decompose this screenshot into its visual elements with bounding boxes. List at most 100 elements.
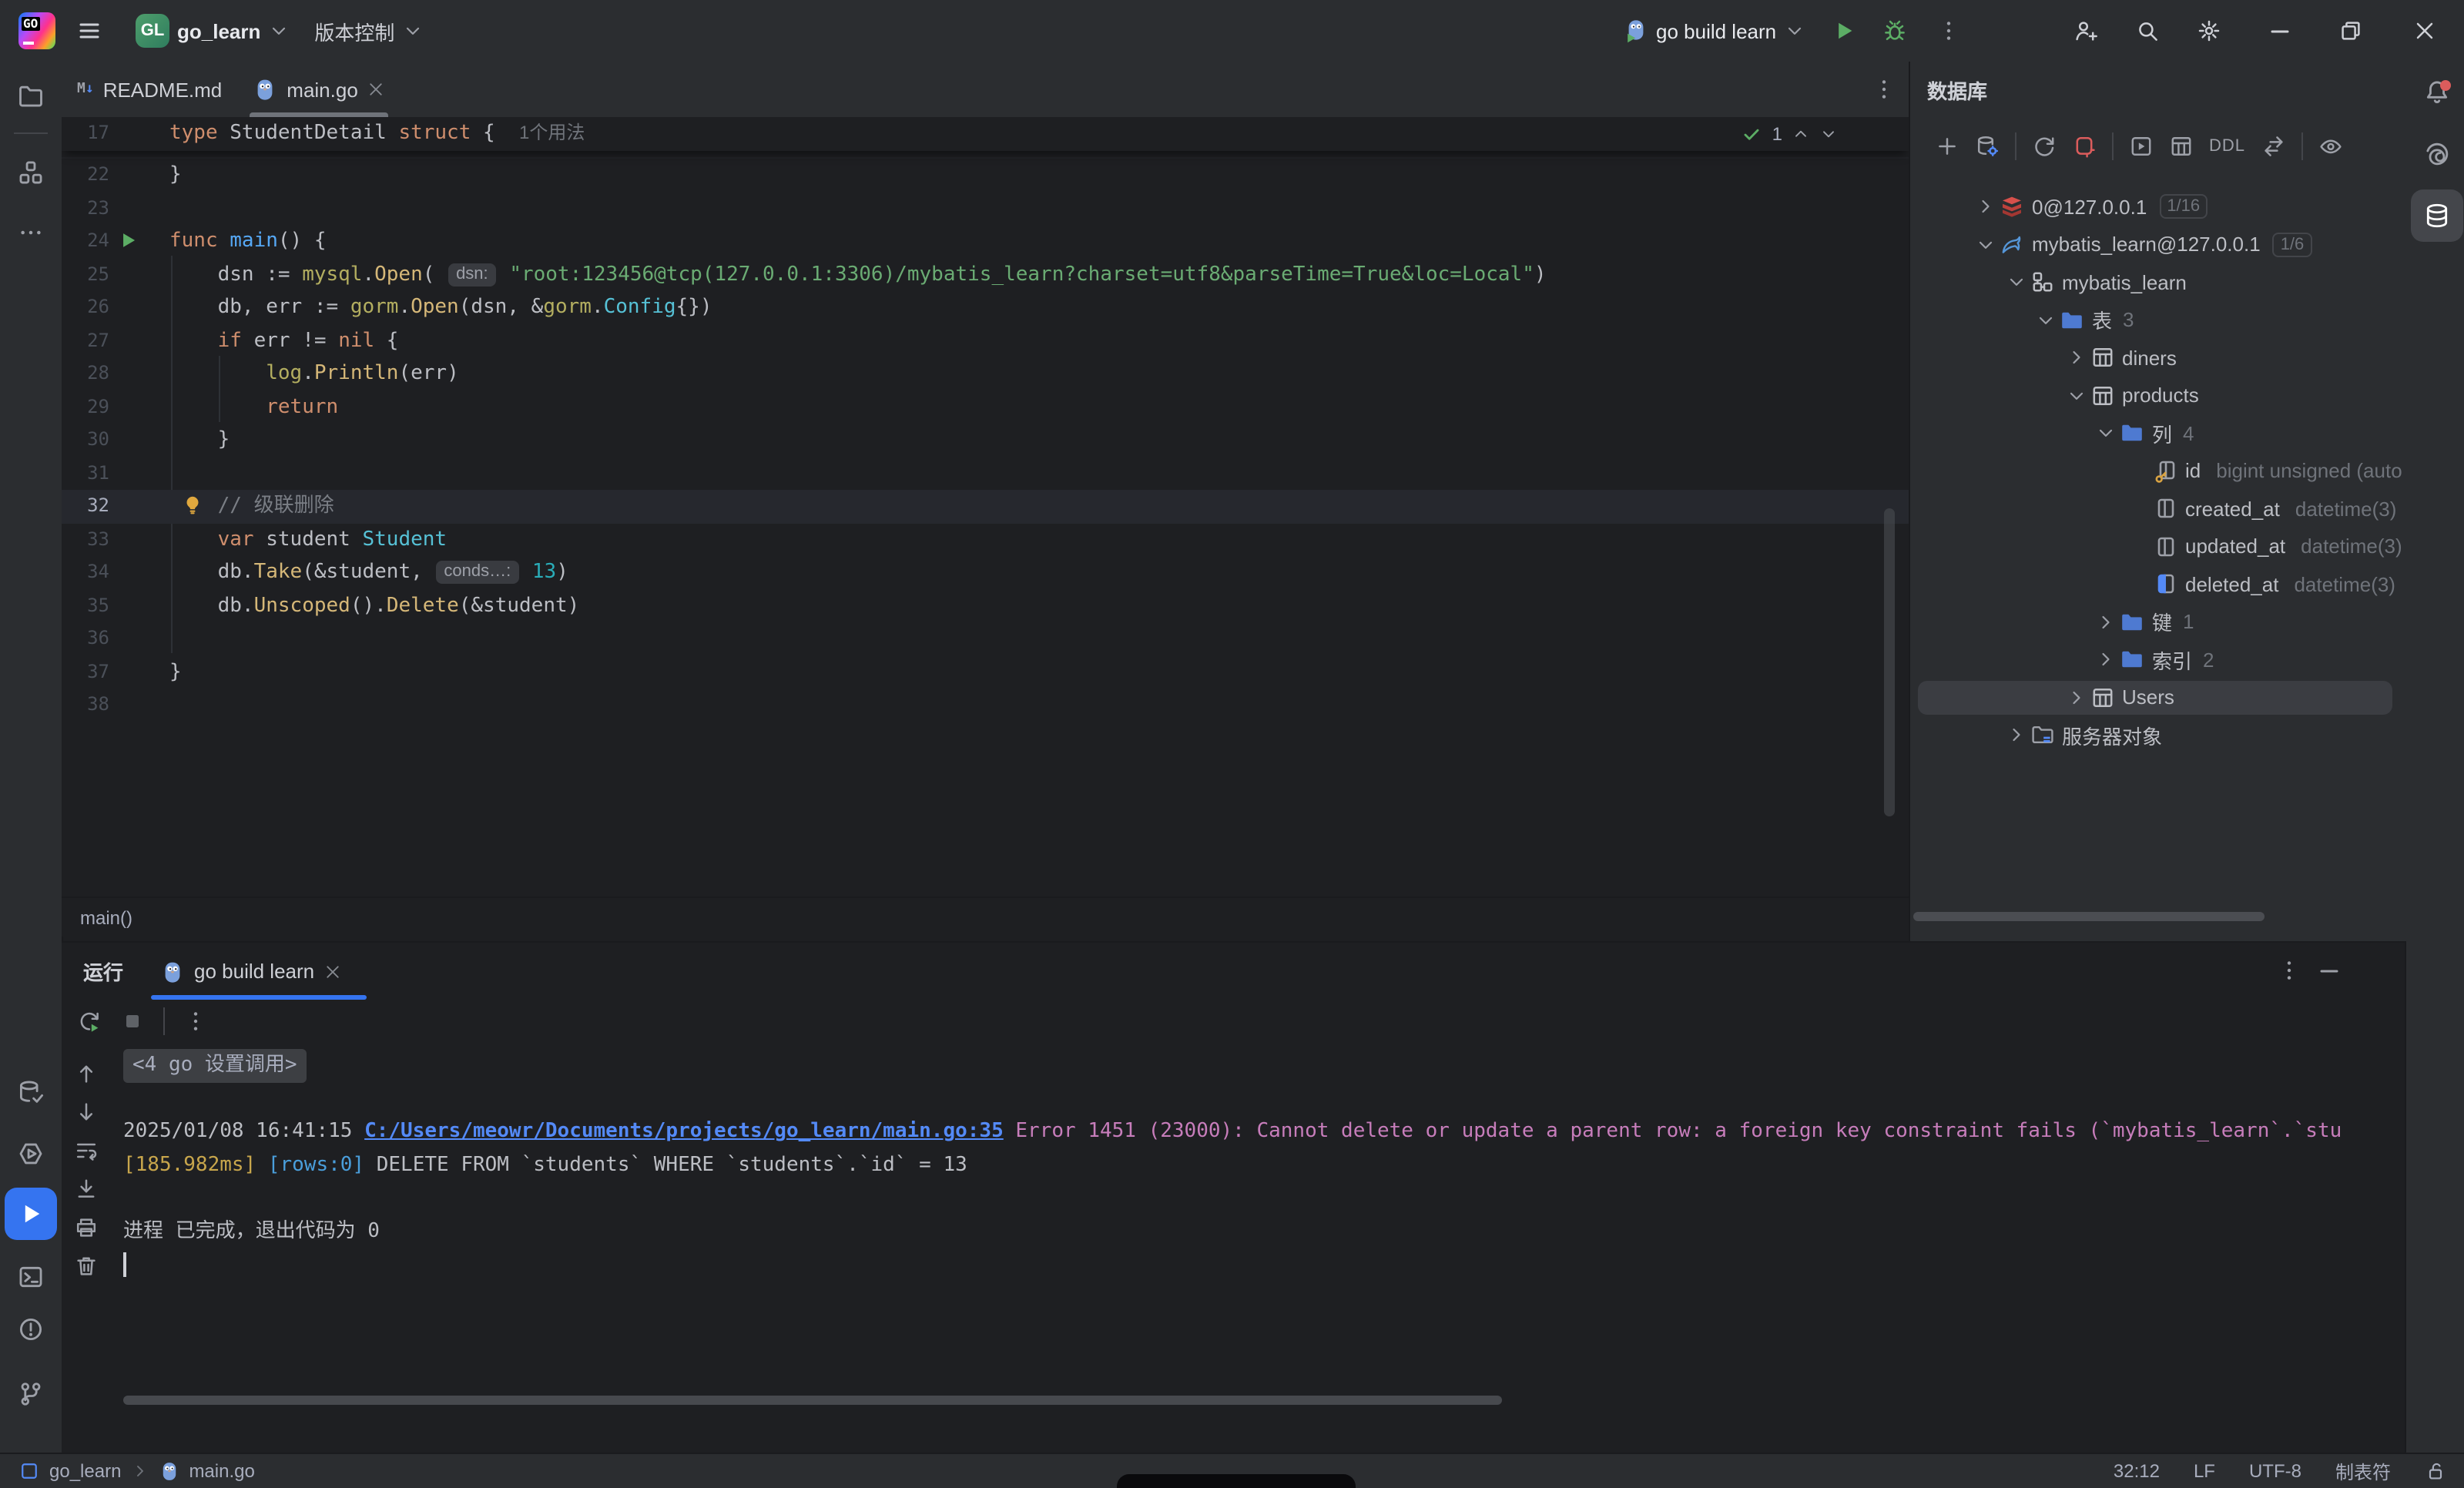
tree-row-0@127.0.0.1[interactable]: 0@127.0.0.11/16 xyxy=(1910,188,2406,226)
minimize-button[interactable] xyxy=(2268,18,2292,43)
settings-button[interactable] xyxy=(2197,18,2221,43)
status-item[interactable]: LF xyxy=(2194,1460,2215,1482)
view-options-button[interactable] xyxy=(2318,134,2342,159)
stop-button[interactable] xyxy=(120,1009,145,1034)
tree-row-表[interactable]: 表3 xyxy=(1910,301,2406,339)
datasource-properties-button[interactable] xyxy=(1975,134,2000,159)
code-line-36[interactable]: 36 xyxy=(62,622,1909,655)
hide-panel-button[interactable] xyxy=(2317,958,2342,983)
chevron-right-icon[interactable] xyxy=(2065,687,2087,709)
status-breadcrumb[interactable]: go_learn main.go xyxy=(18,1460,255,1482)
close-icon[interactable] xyxy=(324,962,342,980)
ddl-button[interactable]: DDL xyxy=(2209,137,2245,156)
status-item[interactable]: 制表符 xyxy=(2335,1458,2391,1484)
rerun-button[interactable] xyxy=(77,1009,102,1034)
tree-row-Users[interactable]: Users xyxy=(1910,679,2406,716)
status-crumb[interactable]: main.go xyxy=(189,1460,254,1482)
chevron-down-icon[interactable] xyxy=(1819,125,1838,143)
code-line-33[interactable]: 33 var student Student xyxy=(62,523,1909,556)
run-config-widget[interactable]: go build learn xyxy=(1614,9,1815,52)
code-line-23[interactable]: 23 xyxy=(62,192,1909,225)
code-with-me-button[interactable] xyxy=(2073,18,2098,43)
code-line-35[interactable]: 35 db.Unscoped().Delete(&student) xyxy=(62,589,1909,622)
more-button[interactable] xyxy=(183,1009,208,1034)
terminal-tool-button[interactable] xyxy=(5,1251,57,1303)
code-line-32[interactable]: 32 // 级联删除 xyxy=(62,490,1909,523)
clear-console-button[interactable] xyxy=(74,1254,99,1279)
tree-row-updated_at[interactable]: updated_atdatetime(3) xyxy=(1910,528,2406,565)
code-line-34[interactable]: 34 db.Take(&student, conds…: 13) xyxy=(62,556,1909,589)
file-link[interactable]: C:/Users/meowr/Documents/projects/go_lea… xyxy=(364,1115,1004,1148)
tab-options-button[interactable] xyxy=(1872,77,1896,102)
prev-message-button[interactable] xyxy=(74,1061,99,1086)
restore-button[interactable] xyxy=(2338,18,2363,43)
code-line-26[interactable]: 26 db, err := gorm.Open(dsn, &gorm.Confi… xyxy=(62,291,1909,324)
database-changes-tool-button[interactable] xyxy=(5,1066,57,1118)
tree-row-id[interactable]: idbigint unsigned (auto in xyxy=(1910,452,2406,490)
chevron-down-icon[interactable] xyxy=(1975,234,1996,256)
run-options-button[interactable] xyxy=(2277,958,2301,983)
chevron-right-icon[interactable] xyxy=(2005,725,2027,746)
notifications-button[interactable] xyxy=(2410,66,2462,119)
search-everywhere-button[interactable] xyxy=(2135,18,2160,43)
open-table-button[interactable] xyxy=(2169,134,2194,159)
project-widget[interactable]: GL go_learn xyxy=(126,9,299,52)
tree-row-mybatis_learn@127.0.0.1[interactable]: mybatis_learn@127.0.0.11/6 xyxy=(1910,226,2406,263)
scroll-to-end-button[interactable] xyxy=(74,1177,99,1201)
run-tool-button[interactable] xyxy=(5,1188,57,1240)
refresh-button[interactable] xyxy=(2032,134,2057,159)
run-tab[interactable]: go build learn xyxy=(151,943,351,1000)
breadcrumb[interactable]: main() xyxy=(62,896,1909,937)
chevron-down-icon[interactable] xyxy=(2095,423,2117,444)
chevron-right-icon[interactable] xyxy=(2065,347,2087,369)
code-editor[interactable]: 17type StudentDetail struct { 1个用法22}232… xyxy=(62,117,1909,896)
next-message-button[interactable] xyxy=(74,1100,99,1124)
tree-row-键[interactable]: 键1 xyxy=(1910,603,2406,641)
tree-row-索引[interactable]: 索引2 xyxy=(1910,641,2406,679)
inspections-widget[interactable]: 1 xyxy=(1742,120,1838,148)
print-button[interactable] xyxy=(74,1215,99,1240)
code-line-31[interactable]: 31 xyxy=(62,457,1909,490)
import-export-button[interactable] xyxy=(2261,134,2285,159)
code-line-29[interactable]: 29 return xyxy=(62,390,1909,424)
vcs-widget[interactable]: 版本控制 xyxy=(305,9,433,52)
chevron-right-icon[interactable] xyxy=(2095,649,2117,671)
add-datasource-button[interactable] xyxy=(1935,134,1959,159)
code-line-37[interactable]: 37} xyxy=(62,655,1909,689)
close-button[interactable] xyxy=(2412,18,2437,43)
code-line-22[interactable]: 22} xyxy=(62,159,1909,192)
chevron-down-icon[interactable] xyxy=(2035,310,2057,331)
code-line-28[interactable]: 28 log.Println(err) xyxy=(62,357,1909,390)
more-tools-button[interactable] xyxy=(5,206,57,259)
code-line-30[interactable]: 30 } xyxy=(62,424,1909,457)
structure-tool-button[interactable] xyxy=(5,146,57,199)
jump-to-console-button[interactable] xyxy=(2129,134,2154,159)
more-actions-button[interactable] xyxy=(1936,18,1961,43)
code-line-24[interactable]: 24func main() { xyxy=(62,225,1909,258)
tree-row-列[interactable]: 列4 xyxy=(1910,414,2406,452)
chevron-up-icon[interactable] xyxy=(1792,125,1810,143)
tab-README.md[interactable]: M↓README.md xyxy=(62,62,237,117)
services-tool-button[interactable] xyxy=(5,1128,57,1180)
main-menu-button[interactable] xyxy=(68,9,111,52)
debug-button[interactable] xyxy=(1882,18,1907,43)
code-line-17[interactable]: 17type StudentDetail struct { 1个用法 xyxy=(62,117,1909,150)
breadcrumb-item[interactable]: main() xyxy=(80,907,132,928)
code-line-25[interactable]: 25 dsn := mysql.Open( dsn: "root:123456@… xyxy=(62,258,1909,291)
lock-open-icon[interactable] xyxy=(2425,1460,2446,1482)
tab-main.go[interactable]: main.go xyxy=(237,62,401,117)
console-horizontal-scrollbar[interactable] xyxy=(123,1396,1502,1405)
disconnect-button[interactable] xyxy=(2072,134,2097,159)
status-item[interactable]: UTF-8 xyxy=(2249,1460,2301,1482)
database-tool-button[interactable] xyxy=(2410,189,2462,242)
code-line-38[interactable]: 38 xyxy=(62,689,1909,722)
status-item[interactable]: 32:12 xyxy=(2114,1460,2160,1482)
tree-row-deleted_at[interactable]: deleted_atdatetime(3) xyxy=(1910,565,2406,603)
chevron-right-icon[interactable] xyxy=(1975,196,1996,218)
ai-assistant-button[interactable] xyxy=(2410,128,2462,180)
console-output[interactable]: <4 go 设置调用>2025/01/08 16:41:15 C:/Users/… xyxy=(123,1049,2400,1281)
project-tool-button[interactable] xyxy=(5,69,57,122)
code-line-27[interactable]: 27 if err != nil { xyxy=(62,324,1909,357)
tree-row-diners[interactable]: diners xyxy=(1910,339,2406,377)
chevron-down-icon[interactable] xyxy=(2005,272,2027,293)
